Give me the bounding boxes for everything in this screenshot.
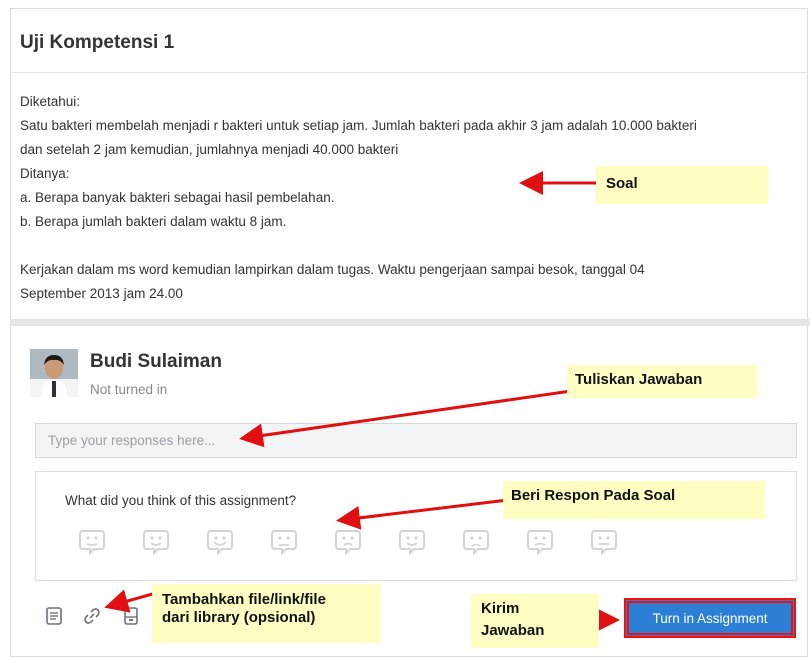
avatar-image xyxy=(30,349,78,397)
instruction-line: Kerjakan dalam ms word kemudian lampirka… xyxy=(20,262,645,277)
library-icon[interactable] xyxy=(121,606,141,626)
instruction-line: September 2013 jam 24.00 xyxy=(20,286,183,301)
emoji-face-6-icon[interactable] xyxy=(398,527,426,556)
callout-tambahkan-line: dari library (opsional) xyxy=(162,609,316,626)
emoji-face-3-icon[interactable] xyxy=(206,527,234,556)
link-icon[interactable] xyxy=(82,606,102,626)
emoji-face-4-icon[interactable] xyxy=(270,527,298,556)
emoji-face-9-icon[interactable] xyxy=(590,527,618,556)
title-divider xyxy=(11,72,808,73)
assignment-line: b. Berapa jumlah bakteri dalam waktu 8 j… xyxy=(20,214,287,229)
callout-tambahkan-line: Tambahkan file/link/file xyxy=(162,591,326,608)
assignment-line: Satu bakteri membelah menjadi r bakteri … xyxy=(20,118,697,133)
callout-beri-respon: Beri Respon Pada Soal xyxy=(503,481,765,519)
student-name: Budi Sulaiman xyxy=(90,351,222,372)
avatar xyxy=(30,349,78,397)
callout-kirim-jawaban: Kirim Jawaban xyxy=(471,594,599,648)
emoji-face-2-icon[interactable] xyxy=(142,527,170,556)
emoji-face-1-icon[interactable] xyxy=(78,527,106,556)
response-input[interactable] xyxy=(35,423,797,458)
callout-tuliskan-jawaban: Tuliskan Jawaban xyxy=(567,365,757,398)
emoji-face-8-icon[interactable] xyxy=(526,527,554,556)
note-icon[interactable] xyxy=(44,606,64,626)
feedback-question: What did you think of this assignment? xyxy=(65,493,297,508)
callout-tambahkan: Tambahkan file/link/file dari library (o… xyxy=(152,584,381,643)
assignment-title: Uji Kompetensi 1 xyxy=(20,32,175,53)
assignment-line: dan setelah 2 jam kemudian, jumlahnya me… xyxy=(20,142,399,157)
turn-in-button[interactable]: Turn in Assignment xyxy=(624,598,796,638)
emoji-face-5-icon[interactable] xyxy=(334,527,362,556)
assignment-line: Diketahui: xyxy=(20,94,81,109)
callout-kirim-line: Kirim xyxy=(481,600,520,617)
callout-kirim-line: Jawaban xyxy=(481,622,545,639)
section-separator xyxy=(10,319,810,326)
emoji-face-7-icon[interactable] xyxy=(462,527,490,556)
callout-soal: Soal xyxy=(596,166,768,204)
submission-status: Not turned in xyxy=(90,382,168,397)
